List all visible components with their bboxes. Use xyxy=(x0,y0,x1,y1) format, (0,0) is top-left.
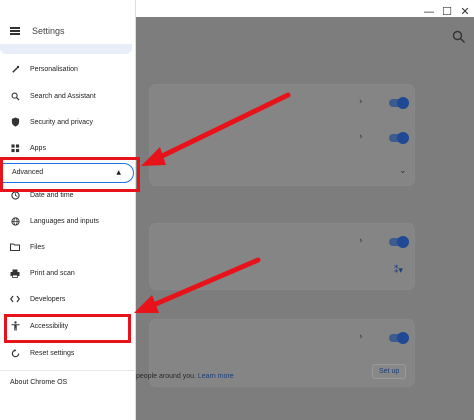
sidebar-item-files[interactable]: Files xyxy=(10,240,45,254)
sidebar-item-search-assistant[interactable]: Search and Assistant xyxy=(10,89,96,103)
sidebar-item-label: Date and time xyxy=(30,191,74,199)
chevron-down-icon[interactable]: ⌄ xyxy=(399,166,407,176)
sidebar-item-label: Developers xyxy=(30,295,66,303)
sidebar-header: Settings xyxy=(10,26,65,36)
sidebar-item-label: Personalisation xyxy=(30,65,78,73)
search-bar-edge[interactable] xyxy=(0,44,132,54)
chevron-right-icon[interactable]: › xyxy=(359,236,363,246)
globe-icon xyxy=(10,216,20,226)
chevron-right-icon[interactable]: › xyxy=(359,332,363,342)
learn-more-link[interactable]: Learn more xyxy=(198,373,234,380)
card-description: people around you. Learn more xyxy=(136,373,234,380)
toggle-switch-2[interactable] xyxy=(389,132,409,144)
settings-card-1 xyxy=(150,85,414,185)
sidebar-item-label: Search and Assistant xyxy=(30,92,96,100)
description-text: people around you. xyxy=(136,373,196,380)
sidebar-divider xyxy=(0,370,136,371)
sidebar-item-label: Files xyxy=(30,243,45,251)
sidebar-item-languages[interactable]: Languages and inputs xyxy=(10,214,99,228)
reset-icon xyxy=(10,348,20,358)
sidebar-item-label: Security and privacy xyxy=(30,118,94,126)
search-icon[interactable] xyxy=(452,30,466,44)
sidebar-item-developers[interactable]: Developers xyxy=(10,292,65,306)
chevron-right-icon[interactable]: › xyxy=(359,132,363,142)
shield-icon xyxy=(10,117,20,127)
sidebar-item-label: Reset settings xyxy=(30,349,75,357)
toggle-switch-3[interactable] xyxy=(389,236,409,248)
chevron-right-icon[interactable]: › xyxy=(359,97,363,107)
close-button[interactable]: ✕ xyxy=(456,5,474,18)
settings-sidebar: Settings Personalisation Search and Assi… xyxy=(0,0,136,420)
maximize-button[interactable]: ☐ xyxy=(438,5,456,18)
sidebar-item-apps[interactable]: Apps xyxy=(10,141,46,155)
sidebar-item-label: Languages and inputs xyxy=(30,217,99,225)
brush-icon xyxy=(10,64,20,74)
sidebar-item-print-scan[interactable]: Print and scan xyxy=(10,266,75,280)
dropdown-icon[interactable]: ⁑▾ xyxy=(394,266,403,276)
settings-card-2 xyxy=(150,224,414,289)
sidebar-item-security-privacy[interactable]: Security and privacy xyxy=(10,115,93,129)
apps-grid-icon xyxy=(10,143,20,153)
minimize-button[interactable]: — xyxy=(420,5,438,18)
folder-icon xyxy=(10,242,20,252)
highlight-box-accessibility xyxy=(4,314,131,343)
sidebar-item-label: Apps xyxy=(30,144,46,152)
about-chrome-os-link[interactable]: About Chrome OS xyxy=(10,379,67,386)
sidebar-item-personalisation[interactable]: Personalisation xyxy=(10,62,78,76)
code-icon xyxy=(10,294,20,304)
toggle-switch-4[interactable] xyxy=(389,332,409,344)
window-controls: — ☐ ✕ xyxy=(420,0,474,22)
printer-icon xyxy=(10,268,20,278)
menu-icon[interactable] xyxy=(10,27,20,35)
sidebar-item-reset-settings[interactable]: Reset settings xyxy=(10,346,74,360)
set-up-button[interactable]: Set up xyxy=(372,364,407,379)
highlight-box-advanced xyxy=(0,157,140,192)
toggle-switch-1[interactable] xyxy=(389,97,409,109)
search-icon xyxy=(10,91,20,101)
settings-title: Settings xyxy=(32,26,65,36)
sidebar-item-label: Print and scan xyxy=(30,269,75,277)
